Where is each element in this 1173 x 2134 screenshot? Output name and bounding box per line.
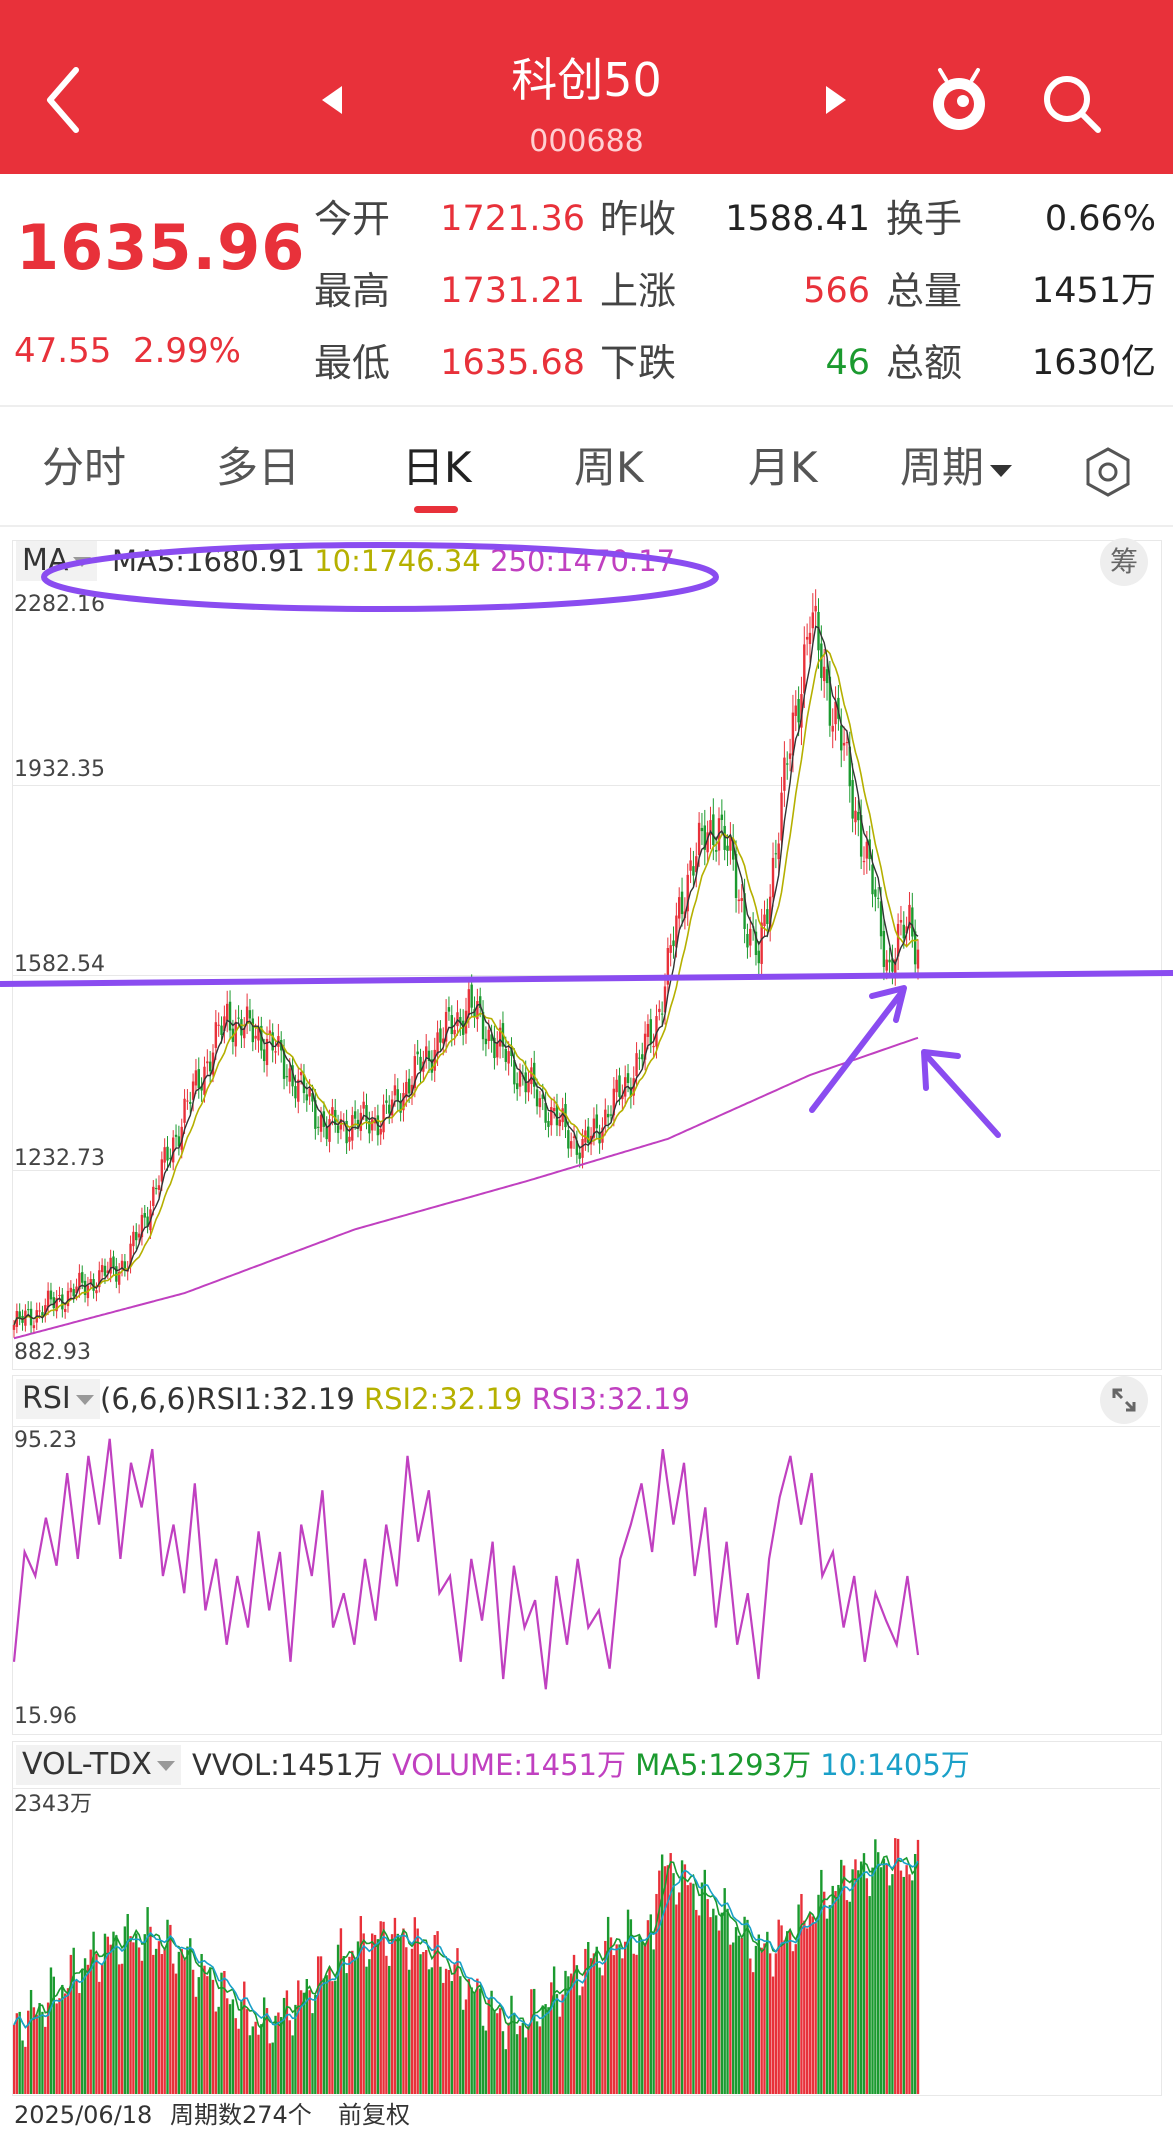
- gridline: [12, 1426, 1160, 1427]
- caret-down-icon: [156, 1760, 175, 1771]
- quote-label: 下跌: [600, 341, 677, 385]
- tab-weekly-k[interactable]: 周K: [574, 440, 644, 496]
- quote-label: 换手: [886, 197, 963, 241]
- gridline: [12, 785, 1160, 786]
- quote-value: 566: [803, 271, 870, 311]
- next-triangle-icon[interactable]: [826, 86, 846, 114]
- y-tick-label: 1232.73: [14, 1146, 105, 1171]
- quote-label: 上涨: [600, 269, 677, 313]
- caret-down-icon: [75, 1394, 94, 1405]
- change-value: 47.55: [14, 331, 112, 371]
- ma-indicator-select[interactable]: MA: [16, 541, 98, 581]
- tab-intraday[interactable]: 分时: [42, 440, 126, 496]
- volume-value: VOLUME:1451万: [391, 1748, 626, 1782]
- quote-value: 0.66%: [1044, 199, 1156, 239]
- y-tick-label: 882.93: [14, 1340, 91, 1365]
- vol-ma5-value: MA5:1293万: [635, 1748, 812, 1782]
- quote-value: 1721.36: [440, 199, 585, 239]
- vol-legend: VVOL:1451万 VOLUME:1451万 MA5:1293万 10:140…: [192, 1745, 970, 1785]
- quote-value: 1635.68: [440, 343, 585, 383]
- rsi3-value: RSI3:32.19: [531, 1382, 690, 1416]
- y-tick-label: 15.96: [14, 1704, 77, 1729]
- quote-value: 1630亿: [1031, 343, 1156, 383]
- rsi1-value: RSI1:32.19: [196, 1382, 355, 1416]
- expand-icon[interactable]: [1100, 1376, 1148, 1424]
- divider: [0, 525, 1173, 527]
- ma5-value: MA5:1680.91: [112, 544, 306, 578]
- quote-label: 总量: [886, 269, 963, 313]
- ma250-value: 250:1470.17: [490, 544, 676, 578]
- vol-indicator-select[interactable]: VOL-TDX: [16, 1745, 181, 1785]
- active-tab-indicator: [414, 506, 458, 513]
- stock-name: 科创50: [511, 53, 662, 107]
- rsi-legend: (6,6,6)RSI1:32.19 RSI2:32.19 RSI3:32.19: [100, 1379, 690, 1419]
- ma-legend: MA5:1680.91 10:1746.34 250:1470.17: [112, 541, 675, 581]
- period-count: 周期数274个: [170, 2101, 312, 2129]
- rsi-indicator-label: RSI: [22, 1381, 71, 1416]
- adjust-mode: 前复权: [338, 2101, 410, 2129]
- tab-period-dropdown[interactable]: 周期: [900, 440, 1013, 496]
- search-icon[interactable]: [1040, 72, 1104, 136]
- y-tick-label: 1582.54: [14, 952, 105, 977]
- tab-period-label: 周期: [900, 443, 985, 492]
- tab-daily-k[interactable]: 日K: [402, 440, 472, 496]
- quote-label: 昨收: [600, 197, 677, 241]
- caret-down-icon: [73, 556, 92, 567]
- divider: [0, 405, 1173, 407]
- mascot-icon[interactable]: [926, 66, 992, 136]
- ma-indicator-label: MA: [22, 543, 69, 578]
- vvol-value: VVOL:1451万: [192, 1748, 383, 1782]
- gridline: [12, 975, 1160, 976]
- stock-code: 000688: [529, 124, 644, 159]
- gridline: [12, 1788, 1160, 1789]
- kline-panel: [12, 540, 1162, 1370]
- y-tick-label: 95.23: [14, 1428, 77, 1453]
- rsi-panel: [12, 1375, 1162, 1735]
- quote-value: 1588.41: [725, 199, 870, 239]
- rsi-params: (6,6,6): [100, 1382, 197, 1416]
- period-tabs: 分时 多日 日K 周K 月K 周期: [0, 420, 1173, 520]
- tab-multi-day[interactable]: 多日: [216, 440, 300, 496]
- chip-distribution-button[interactable]: 筹: [1100, 538, 1148, 586]
- start-date: 2025/06/18: [14, 2101, 153, 2129]
- change-percent: 2.99%: [132, 331, 241, 371]
- quote-value: 1731.21: [440, 271, 585, 311]
- ma10-value: 10:1746.34: [314, 544, 481, 578]
- quote-value: 46: [825, 343, 870, 383]
- rsi2-value: RSI2:32.19: [364, 1382, 523, 1416]
- quote-value: 1451万: [1031, 271, 1156, 311]
- title-bar: 科创50 000688: [0, 0, 1173, 174]
- vol-indicator-label: VOL-TDX: [22, 1747, 152, 1782]
- caret-down-icon: [990, 464, 1013, 477]
- tab-monthly-k[interactable]: 月K: [748, 440, 818, 496]
- last-price: 1635.96: [16, 211, 306, 284]
- quote-label: 总额: [886, 341, 963, 385]
- y-tick-label: 1932.35: [14, 757, 105, 782]
- vol-ma10-value: 10:1405万: [820, 1748, 970, 1782]
- y-tick-label: 2343万: [14, 1792, 92, 1817]
- y-tick-label: 2282.16: [14, 592, 105, 617]
- gridline: [12, 1170, 1160, 1171]
- rsi-indicator-select[interactable]: RSI: [16, 1379, 100, 1419]
- volume-panel: [12, 1741, 1162, 2096]
- hexagon-settings-icon[interactable]: [1082, 446, 1134, 498]
- price-change: 47.55 2.99%: [14, 330, 241, 372]
